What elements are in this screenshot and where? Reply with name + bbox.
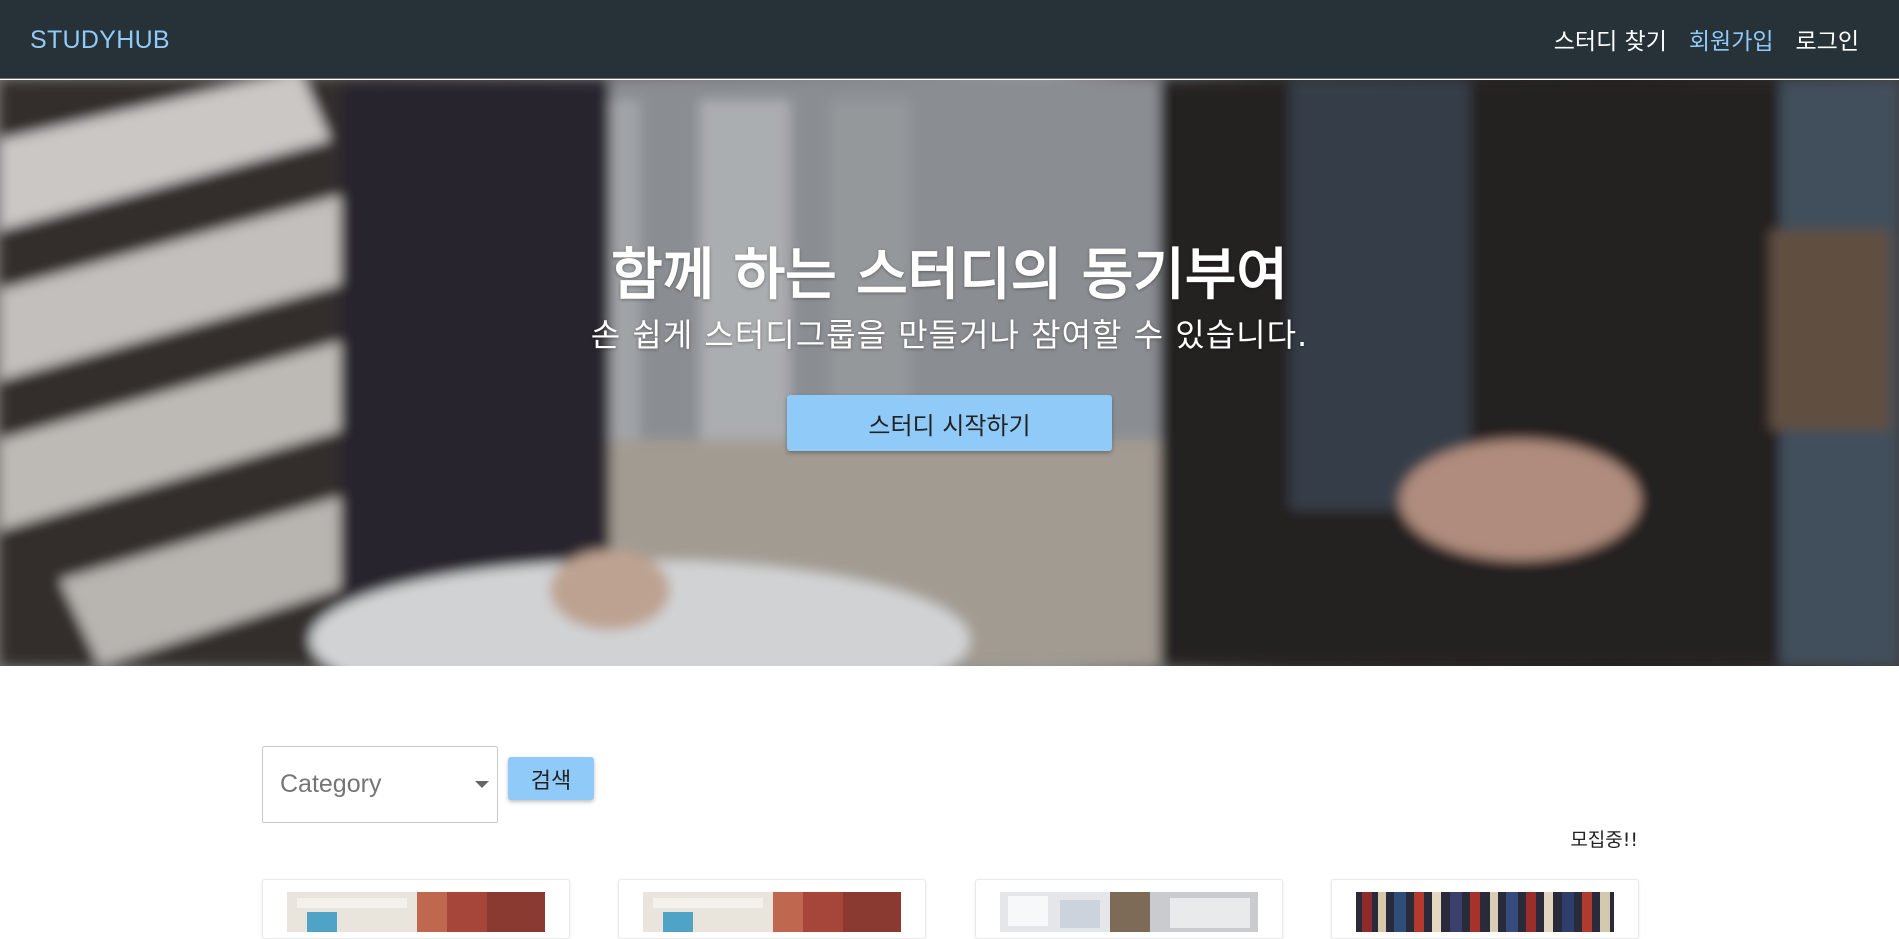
- category-select[interactable]: Category: [262, 746, 498, 823]
- nav-signup[interactable]: 회원가입: [1689, 22, 1774, 56]
- start-study-button[interactable]: 스터디 시작하기: [787, 395, 1112, 451]
- study-card-thumbnail: [643, 892, 901, 932]
- study-card[interactable]: [975, 879, 1283, 939]
- hero-subtitle: 손 쉽게 스터디그룹을 만들거나 참여할 수 있습니다.: [590, 316, 1309, 354]
- study-card[interactable]: [262, 879, 570, 939]
- nav-login[interactable]: 로그인: [1796, 22, 1859, 56]
- study-card-thumbnail: [1356, 892, 1614, 932]
- hero-banner: 함께 하는 스터디의 동기부여 손 쉽게 스터디그룹을 만들거나 참여할 수 있…: [0, 80, 1899, 666]
- study-card[interactable]: [618, 879, 926, 939]
- dropdown-arrow-icon: [475, 781, 489, 788]
- nav-find-study[interactable]: 스터디 찾기: [1554, 22, 1667, 56]
- study-card-thumbnail: [287, 892, 545, 932]
- hero-title: 함께 하는 스터디의 동기부여: [611, 243, 1288, 308]
- nav-links: 스터디 찾기 회원가입 로그인: [1554, 22, 1859, 56]
- study-card[interactable]: [1331, 879, 1639, 939]
- brand-logo[interactable]: STUDYHUB: [30, 26, 170, 55]
- recruiting-status-label: 모집중!!: [1570, 829, 1638, 851]
- navbar: STUDYHUB 스터디 찾기 회원가입 로그인: [0, 0, 1899, 79]
- hero-overlay: [0, 80, 1899, 666]
- category-select-value: Category: [280, 770, 382, 798]
- study-card-thumbnail: [1000, 892, 1258, 932]
- search-button[interactable]: 검색: [508, 757, 594, 800]
